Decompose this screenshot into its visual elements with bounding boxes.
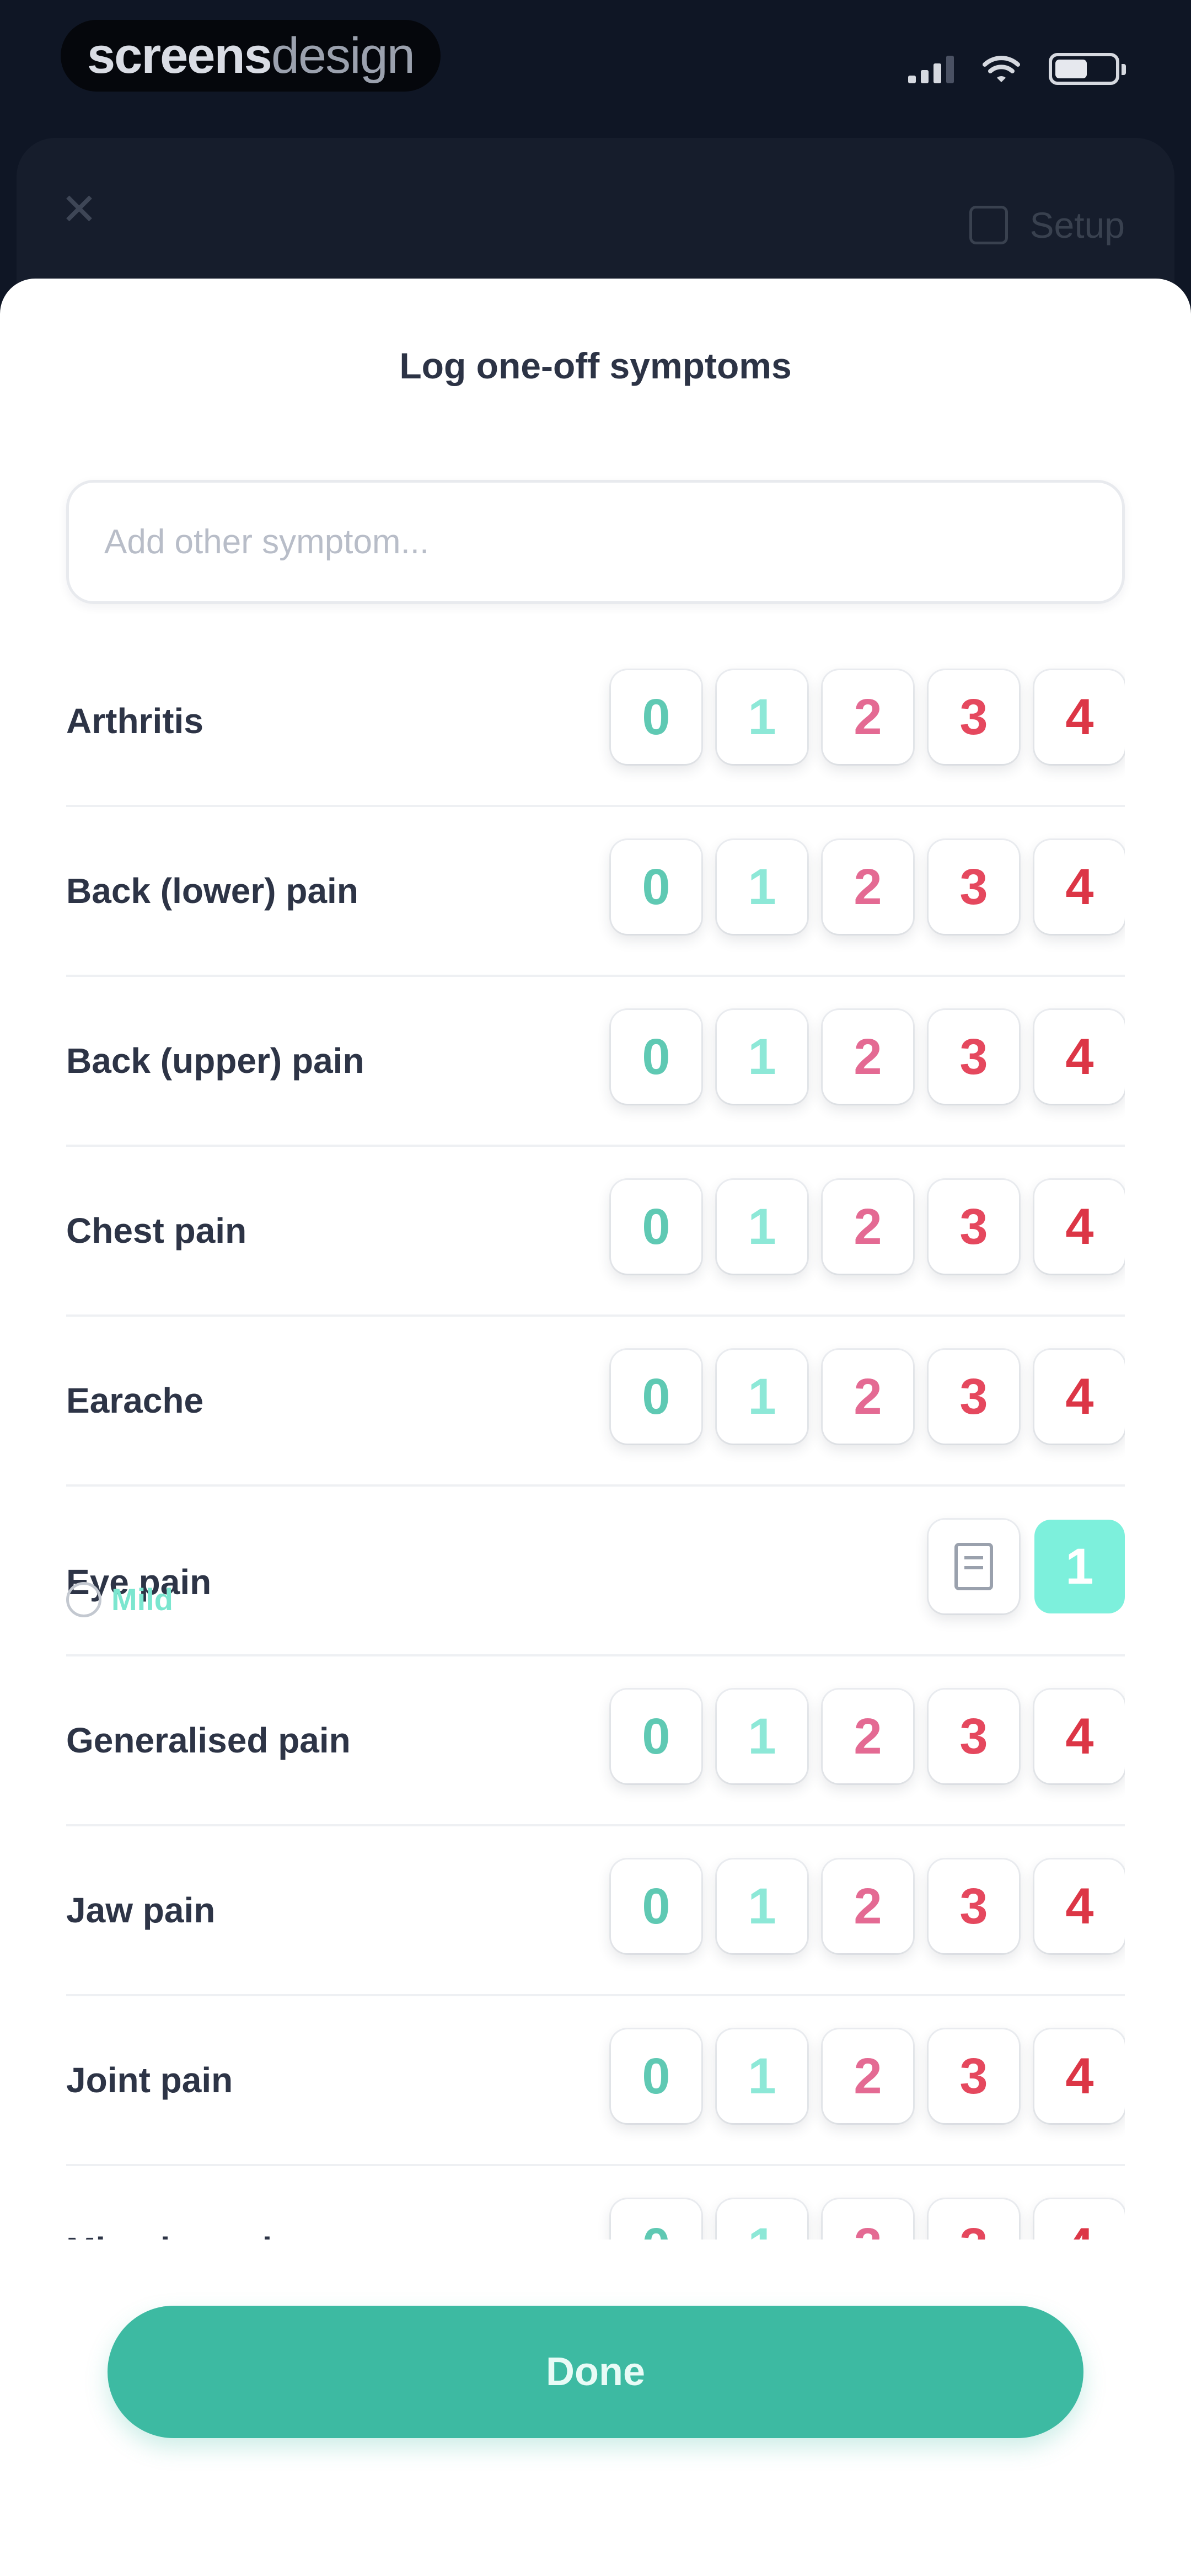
- signal-icon: [908, 55, 954, 83]
- score-button-0[interactable]: 0: [611, 1180, 701, 1274]
- severity-scores: 01234: [611, 1010, 1125, 1104]
- severity-scores: 01234: [611, 840, 1125, 934]
- symptom-row: Joint pain 0 1 2 3 4: [66, 1996, 1125, 2166]
- symptom-row: Chest pain 0 1 2 3 4: [66, 1147, 1125, 1317]
- severity-scores: 01234: [611, 670, 1125, 764]
- score-button-4[interactable]: 4: [1034, 1010, 1125, 1104]
- score-button-4[interactable]: 4: [1034, 840, 1125, 934]
- wifi-icon: [983, 56, 1020, 82]
- score-button-4[interactable]: 4: [1034, 670, 1125, 764]
- score-button-2[interactable]: 2: [823, 1180, 913, 1274]
- add-note-button[interactable]: [929, 1520, 1019, 1613]
- symptom-sheet: Log one-off symptoms Arthritis01234Back …: [0, 279, 1191, 2576]
- status-bar: screens design: [0, 0, 1191, 132]
- clock-icon: [66, 1581, 101, 1617]
- severity-status: Mild: [66, 1581, 173, 1617]
- symptom-label: Chest pain: [66, 1211, 247, 1250]
- severity-label: Mild: [111, 1582, 173, 1617]
- score-button-2[interactable]: 2: [823, 1350, 913, 1444]
- score-button-2[interactable]: 2: [823, 2199, 913, 2240]
- symptom-label: Jaw pain: [66, 1890, 216, 1930]
- severity-scores: 01234: [611, 1690, 1125, 1783]
- watermark-light: design: [271, 27, 415, 84]
- done-button[interactable]: Done: [108, 2306, 1083, 2438]
- score-button-1[interactable]: 1: [717, 1180, 807, 1274]
- severity-scores: 1: [929, 1520, 1125, 1613]
- symptom-label: Generalised pain: [66, 1720, 351, 1760]
- score-button-1[interactable]: 1: [717, 1350, 807, 1444]
- add-symptom-input[interactable]: [69, 483, 1122, 601]
- watermark-bold: screens: [87, 27, 272, 84]
- score-button-1[interactable]: 1: [717, 670, 807, 764]
- score-button-1[interactable]: 1: [717, 2199, 807, 2240]
- score-button-4[interactable]: 4: [1034, 1350, 1125, 1444]
- severity-scores: 01234: [611, 2199, 1125, 2240]
- score-button-0[interactable]: 0: [611, 2199, 701, 2240]
- watermark-logo: screens design: [61, 20, 441, 92]
- symptom-label: Arthritis: [66, 701, 203, 741]
- battery-icon: [1049, 53, 1126, 85]
- score-button-2[interactable]: 2: [823, 1010, 913, 1104]
- severity-scores: 01234: [611, 2029, 1125, 2123]
- score-button-3[interactable]: 3: [929, 840, 1019, 934]
- symptom-row: Back (lower) pain 0 1 2 3 4: [66, 807, 1125, 977]
- symptom-row: Arthritis 0 1 2 3 4: [66, 637, 1125, 807]
- score-button-4[interactable]: 4: [1034, 1690, 1125, 1783]
- symptom-label: Joint pain: [66, 2060, 233, 2100]
- score-button-3[interactable]: 3: [929, 1180, 1019, 1274]
- symptom-row: Jaw pain 0 1 2 3 4: [66, 1826, 1125, 1996]
- sheet-title: Log one-off symptoms: [399, 345, 792, 386]
- symptom-row: Earache 0 1 2 3 4: [66, 1317, 1125, 1487]
- status-icons: [908, 50, 1126, 88]
- score-button-3[interactable]: 3: [929, 1859, 1019, 1953]
- search-field[interactable]: [66, 480, 1125, 604]
- score-button-1[interactable]: 1: [717, 1010, 807, 1104]
- severity-scores: 01234: [611, 1859, 1125, 1953]
- symptom-row: Eye pain Mild 1: [66, 1487, 1125, 1656]
- score-button-4[interactable]: 4: [1034, 2199, 1125, 2240]
- symptom-label: Earache: [66, 1381, 204, 1420]
- score-button-0[interactable]: 0: [611, 1010, 701, 1104]
- score-button-4[interactable]: 4: [1034, 2029, 1125, 2123]
- score-button-4[interactable]: 4: [1034, 1859, 1125, 1953]
- score-button-4[interactable]: 4: [1034, 1180, 1125, 1274]
- score-button-1[interactable]: 1: [717, 1859, 807, 1953]
- score-button-0[interactable]: 0: [611, 1690, 701, 1783]
- score-button-2[interactable]: 2: [823, 1859, 913, 1953]
- setup-icon: [969, 206, 1008, 244]
- severity-scores: 01234: [611, 1180, 1125, 1274]
- score-button-3[interactable]: 3: [929, 1690, 1019, 1783]
- score-button-1[interactable]: 1: [717, 2029, 807, 2123]
- score-button-0[interactable]: 0: [611, 1859, 701, 1953]
- score-button-3[interactable]: 3: [929, 2199, 1019, 2240]
- score-button-3[interactable]: 3: [929, 1350, 1019, 1444]
- score-button-0[interactable]: 0: [611, 2029, 701, 2123]
- score-button-3[interactable]: 3: [929, 2029, 1019, 2123]
- score-button-2[interactable]: 2: [823, 1690, 913, 1783]
- symptom-label: Back (upper) pain: [66, 1041, 364, 1081]
- symptom-row: Generalised pain 0 1 2 3 4: [66, 1656, 1125, 1826]
- symptom-row: Migraine pain 01234: [66, 2166, 1125, 2240]
- symptom-list: Arthritis 0 1 2 3 4 Back (lower) pain 0 1 2 3 4 Back…: [66, 637, 1125, 2240]
- score-button-1[interactable]: 1: [717, 840, 807, 934]
- setup-button[interactable]: Setup: [969, 204, 1125, 246]
- symptom-label: Migraine pain: [66, 2166, 294, 2240]
- setup-label: Setup: [1029, 205, 1125, 245]
- score-button-1[interactable]: 1: [717, 1690, 807, 1783]
- score-button-2[interactable]: 2: [823, 670, 913, 764]
- score-button-0[interactable]: 0: [611, 840, 701, 934]
- severity-scores: 01234: [611, 1350, 1125, 1444]
- score-button-3[interactable]: 3: [929, 1010, 1019, 1104]
- score-button-0[interactable]: 0: [611, 670, 701, 764]
- score-button-0[interactable]: 0: [611, 1350, 701, 1444]
- symptom-row: Back (upper) pain 0 1 2 3 4: [66, 977, 1125, 1147]
- selected-score-button[interactable]: 1: [1034, 1520, 1125, 1613]
- score-button-2[interactable]: 2: [823, 840, 913, 934]
- note-icon: [954, 1543, 993, 1590]
- symptom-label: Back (lower) pain: [66, 871, 358, 911]
- close-icon[interactable]: ✕: [61, 188, 98, 232]
- score-button-3[interactable]: 3: [929, 670, 1019, 764]
- score-button-2[interactable]: 2: [823, 2029, 913, 2123]
